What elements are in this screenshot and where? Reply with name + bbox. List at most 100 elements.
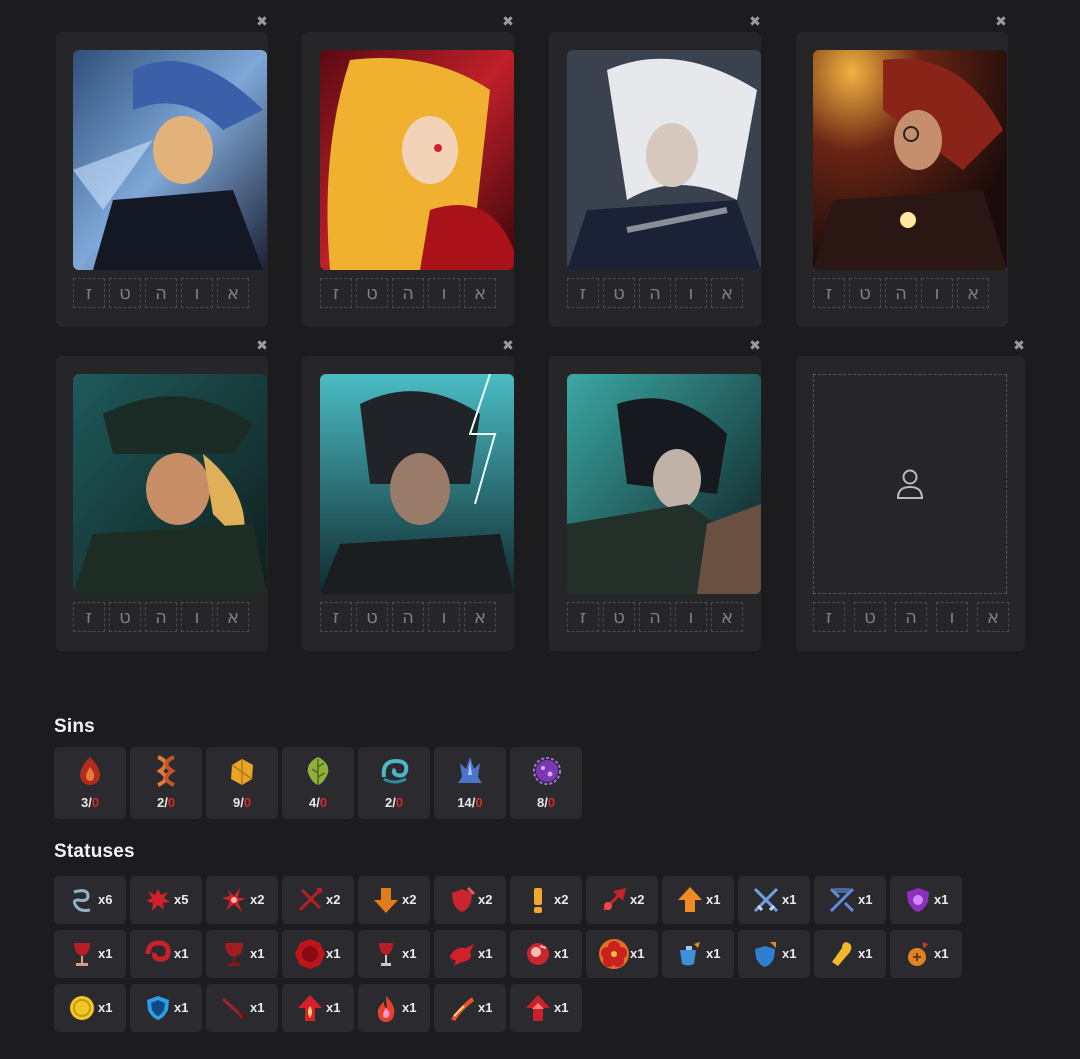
- character-portrait[interactable]: [567, 50, 761, 270]
- team-slot-6[interactable]: ז ט ה ו א: [302, 356, 514, 651]
- letter-slot-tet[interactable]: ט: [603, 602, 635, 632]
- status-tile[interactable]: x1: [206, 930, 278, 978]
- character-portrait[interactable]: [813, 50, 1007, 270]
- team-slot-8-empty[interactable]: ז ט ה ו א: [796, 356, 1025, 651]
- letter-slot-vav[interactable]: ו: [675, 278, 707, 308]
- status-tile[interactable]: x2: [510, 876, 582, 924]
- status-tile[interactable]: x1: [282, 930, 354, 978]
- team-slot-5[interactable]: ז ט ה ו א: [56, 356, 268, 651]
- remove-slot-6-close-icon[interactable]: ✖: [501, 339, 515, 353]
- team-slot-4[interactable]: ז ט ה ו א: [796, 32, 1008, 327]
- character-portrait[interactable]: [320, 50, 514, 270]
- character-portrait[interactable]: [567, 374, 761, 594]
- status-tile[interactable]: x1: [662, 876, 734, 924]
- letter-slot-he[interactable]: ה: [639, 602, 671, 632]
- letter-slot-he[interactable]: ה: [639, 278, 671, 308]
- status-tile[interactable]: x1: [54, 984, 126, 1032]
- team-slot-2[interactable]: ז ט ה ו א: [302, 32, 514, 327]
- status-tile[interactable]: x1: [510, 984, 582, 1032]
- status-tile[interactable]: x1: [358, 984, 430, 1032]
- empty-portrait-slot[interactable]: [813, 374, 1007, 594]
- letter-slot-tet[interactable]: ט: [603, 278, 635, 308]
- sin-tile-envy[interactable]: 8/0: [510, 747, 582, 819]
- letter-slot-zayin[interactable]: ז: [320, 602, 352, 632]
- status-tile[interactable]: x1: [130, 930, 202, 978]
- letter-slot-aleph[interactable]: א: [464, 278, 496, 308]
- remove-slot-5-close-icon[interactable]: ✖: [255, 339, 269, 353]
- status-tile[interactable]: x1: [206, 984, 278, 1032]
- letter-slot-vav[interactable]: ו: [428, 278, 460, 308]
- status-tile[interactable]: x2: [358, 876, 430, 924]
- status-tile[interactable]: x1: [662, 930, 734, 978]
- letter-slot-vav[interactable]: ו: [181, 278, 213, 308]
- letter-slot-zayin[interactable]: ז: [73, 602, 105, 632]
- letter-slot-vav[interactable]: ו: [936, 602, 968, 632]
- status-tile[interactable]: x6: [54, 876, 126, 924]
- status-tile[interactable]: x1: [434, 984, 506, 1032]
- letter-slot-vav[interactable]: ו: [921, 278, 953, 308]
- letter-slot-tet[interactable]: ט: [356, 602, 388, 632]
- remove-slot-3-close-icon[interactable]: ✖: [748, 15, 762, 29]
- status-tile[interactable]: x1: [282, 984, 354, 1032]
- letter-slot-aleph[interactable]: א: [711, 278, 743, 308]
- status-tile[interactable]: x1: [738, 876, 810, 924]
- letter-slot-he[interactable]: ה: [392, 602, 424, 632]
- letter-slot-tet[interactable]: ט: [854, 602, 886, 632]
- letter-slot-zayin[interactable]: ז: [813, 278, 845, 308]
- remove-slot-7-close-icon[interactable]: ✖: [748, 339, 762, 353]
- letter-slot-aleph[interactable]: א: [464, 602, 496, 632]
- letter-slot-vav[interactable]: ו: [428, 602, 460, 632]
- letter-slot-he[interactable]: ה: [885, 278, 917, 308]
- status-tile[interactable]: x2: [206, 876, 278, 924]
- status-tile[interactable]: x1: [586, 930, 658, 978]
- status-tile[interactable]: x1: [54, 930, 126, 978]
- status-tile[interactable]: x1: [358, 930, 430, 978]
- letter-slot-aleph[interactable]: א: [957, 278, 989, 308]
- team-slot-3[interactable]: ז ט ה ו א: [549, 32, 761, 327]
- status-tile[interactable]: x1: [434, 930, 506, 978]
- letter-slot-he[interactable]: ה: [895, 602, 927, 632]
- status-tile[interactable]: x1: [814, 930, 886, 978]
- status-tile[interactable]: x1: [890, 930, 962, 978]
- sin-tile-sloth[interactable]: 9/0: [206, 747, 278, 819]
- sin-tile-lust[interactable]: 2/0: [130, 747, 202, 819]
- remove-slot-1-close-icon[interactable]: ✖: [255, 15, 269, 29]
- letter-slot-tet[interactable]: ט: [109, 278, 141, 308]
- status-tile[interactable]: x1: [738, 930, 810, 978]
- remove-slot-2-close-icon[interactable]: ✖: [501, 15, 515, 29]
- letter-slot-he[interactable]: ה: [145, 602, 177, 632]
- letter-slot-tet[interactable]: ט: [109, 602, 141, 632]
- remove-slot-4-close-icon[interactable]: ✖: [994, 15, 1008, 29]
- sin-tile-gloom[interactable]: 2/0: [358, 747, 430, 819]
- letter-slot-tet[interactable]: ט: [849, 278, 881, 308]
- remove-slot-8-close-icon[interactable]: ✖: [1012, 339, 1026, 353]
- status-tile[interactable]: x1: [510, 930, 582, 978]
- status-tile[interactable]: x2: [434, 876, 506, 924]
- letter-slot-he[interactable]: ה: [392, 278, 424, 308]
- sin-tile-wrath[interactable]: 3/0: [54, 747, 126, 819]
- team-slot-7[interactable]: ז ט ה ו א: [549, 356, 761, 651]
- status-tile[interactable]: x1: [814, 876, 886, 924]
- status-tile[interactable]: x2: [282, 876, 354, 924]
- letter-slot-aleph[interactable]: א: [977, 602, 1009, 632]
- letter-slot-zayin[interactable]: ז: [567, 602, 599, 632]
- letter-slot-vav[interactable]: ו: [675, 602, 707, 632]
- sin-tile-pride[interactable]: 14/0: [434, 747, 506, 819]
- letter-slot-zayin[interactable]: ז: [567, 278, 599, 308]
- status-tile[interactable]: x5: [130, 876, 202, 924]
- letter-slot-zayin[interactable]: ז: [73, 278, 105, 308]
- letter-slot-vav[interactable]: ו: [181, 602, 213, 632]
- character-portrait[interactable]: [320, 374, 514, 594]
- character-portrait[interactable]: [73, 50, 267, 270]
- letter-slot-aleph[interactable]: א: [217, 278, 249, 308]
- status-tile[interactable]: x1: [890, 876, 962, 924]
- letter-slot-zayin[interactable]: ז: [813, 602, 845, 632]
- letter-slot-aleph[interactable]: א: [711, 602, 743, 632]
- character-portrait[interactable]: [73, 374, 267, 594]
- status-tile[interactable]: x1: [130, 984, 202, 1032]
- status-tile[interactable]: x2: [586, 876, 658, 924]
- sin-tile-gluttony[interactable]: 4/0: [282, 747, 354, 819]
- letter-slot-he[interactable]: ה: [145, 278, 177, 308]
- team-slot-1[interactable]: ז ט ה ו א: [56, 32, 268, 327]
- letter-slot-aleph[interactable]: א: [217, 602, 249, 632]
